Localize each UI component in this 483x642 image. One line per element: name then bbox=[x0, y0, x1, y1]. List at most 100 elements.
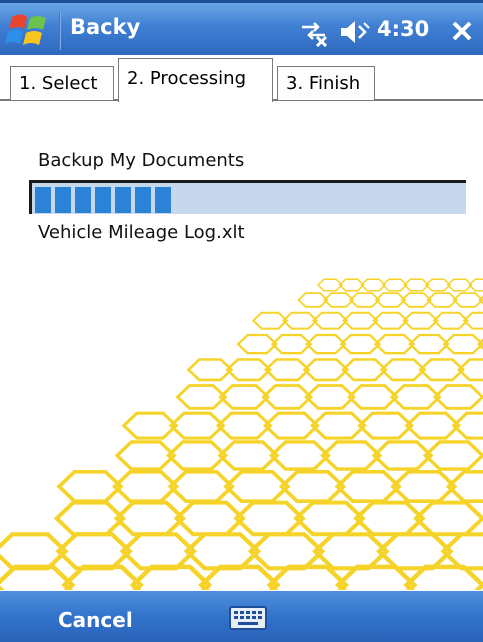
honeycomb-cell bbox=[404, 411, 462, 440]
honeycomb-cell bbox=[186, 358, 234, 382]
honeycomb-cell bbox=[53, 500, 127, 537]
honeycomb-cell bbox=[376, 532, 454, 571]
honeycomb-cell bbox=[400, 292, 433, 308]
honeycomb-cell bbox=[323, 292, 355, 308]
connectivity-off-icon[interactable] bbox=[299, 17, 329, 48]
honeycomb-cell bbox=[173, 500, 246, 537]
tab-processing[interactable]: 2. Processing bbox=[118, 58, 273, 102]
honeycomb-cell bbox=[312, 532, 390, 571]
honeycomb-cell bbox=[373, 333, 416, 355]
honeycomb-cell bbox=[261, 384, 314, 410]
honeycomb-cell bbox=[218, 384, 271, 410]
honeycomb-cell bbox=[168, 411, 226, 440]
honeycomb-cell bbox=[293, 500, 366, 537]
honeycomb-cell bbox=[426, 292, 458, 308]
honeycomb-cell bbox=[167, 469, 235, 504]
honeycomb-cell bbox=[262, 411, 320, 440]
honeycomb-cell bbox=[225, 358, 272, 382]
honeycomb-cell bbox=[424, 278, 452, 292]
honeycomb-cell bbox=[413, 500, 483, 537]
progress-segment bbox=[115, 187, 131, 213]
windows-start-icon[interactable] bbox=[4, 9, 54, 53]
honeycomb-cell bbox=[297, 292, 329, 308]
honeycomb-cell bbox=[268, 440, 331, 471]
honeycomb-cell bbox=[302, 358, 350, 382]
honeycomb-cell bbox=[389, 384, 442, 410]
honeycomb-cell bbox=[360, 278, 387, 292]
progress-segment bbox=[55, 187, 71, 213]
tab-finish[interactable]: 3. Finish bbox=[277, 66, 375, 100]
honeycomb-cell bbox=[183, 532, 262, 571]
job-label: Backup My Documents bbox=[38, 150, 245, 171]
honeycomb-cell bbox=[251, 311, 289, 330]
honeycomb-cell bbox=[304, 384, 357, 410]
current-file-label: Vehicle Mileage Log.xlt bbox=[38, 222, 245, 243]
honeycomb-cell bbox=[371, 440, 434, 471]
honeycomb-cell bbox=[418, 358, 466, 382]
app-title: Backy bbox=[70, 15, 141, 39]
progress-segment bbox=[95, 187, 111, 213]
honeycomb-cell bbox=[233, 500, 306, 537]
honeycomb-cell bbox=[312, 311, 349, 330]
honeycomb-cell bbox=[316, 278, 344, 292]
progress-segment bbox=[155, 187, 171, 213]
honeycomb-cell bbox=[338, 278, 365, 292]
progress-segment bbox=[135, 187, 151, 213]
honeycomb-cell bbox=[166, 440, 229, 471]
honeycomb-cell bbox=[305, 333, 347, 355]
honeycomb-cell bbox=[372, 311, 409, 330]
honeycomb-cell bbox=[442, 333, 483, 355]
honeycomb-cell bbox=[56, 469, 124, 504]
honeycomb-cell bbox=[263, 358, 311, 382]
close-icon[interactable] bbox=[447, 16, 477, 46]
honeycomb-cell bbox=[320, 440, 383, 471]
honeycomb-cell bbox=[310, 411, 367, 440]
honeycomb-cell bbox=[353, 500, 426, 537]
honeycomb-cell bbox=[432, 384, 483, 410]
tab-select[interactable]: 1. Select bbox=[10, 66, 114, 100]
honeycomb-cell bbox=[217, 440, 280, 471]
honeycomb-cell bbox=[432, 311, 469, 330]
honeycomb-cell bbox=[119, 532, 197, 571]
honeycomb-cell bbox=[357, 411, 415, 440]
honeycomb-cell bbox=[446, 278, 473, 292]
honeycomb-background bbox=[0, 278, 483, 590]
title-separator bbox=[59, 12, 61, 50]
honeycomb-cell bbox=[270, 333, 313, 355]
progress-segment bbox=[35, 187, 51, 213]
volume-muted-icon[interactable] bbox=[338, 17, 372, 47]
honeycomb-cell bbox=[390, 469, 458, 504]
cancel-button[interactable]: Cancel bbox=[58, 608, 133, 632]
honeycomb-cell bbox=[342, 311, 379, 330]
honeycomb-cell bbox=[215, 411, 273, 440]
honeycomb-cell bbox=[278, 469, 347, 504]
progress-segment bbox=[75, 187, 91, 213]
honeycomb-cell bbox=[334, 469, 402, 504]
progress-bar bbox=[29, 180, 466, 214]
honeycomb-cell bbox=[348, 292, 381, 308]
honeycomb-cell bbox=[339, 333, 382, 355]
honeycomb-cell bbox=[121, 411, 179, 440]
honeycomb-cell bbox=[223, 469, 291, 504]
honeycomb-cell bbox=[452, 292, 483, 308]
honeycomb-cell bbox=[422, 440, 483, 471]
honeycomb-cell bbox=[402, 311, 439, 330]
honeycomb-cell bbox=[247, 532, 326, 571]
title-bar: Backy 4:30 bbox=[0, 0, 483, 55]
honeycomb-cell bbox=[403, 278, 430, 292]
honeycomb-cell bbox=[408, 333, 450, 355]
honeycomb-cell bbox=[341, 358, 388, 382]
honeycomb-cell bbox=[114, 440, 177, 471]
keyboard-icon[interactable] bbox=[229, 606, 267, 630]
honeycomb-cell bbox=[55, 532, 133, 571]
honeycomb-cell bbox=[346, 384, 399, 410]
honeycomb-cell bbox=[113, 500, 186, 537]
honeycomb-cell bbox=[381, 278, 408, 292]
progress-fill bbox=[35, 187, 171, 213]
clock[interactable]: 4:30 bbox=[377, 17, 429, 41]
honeycomb-cell bbox=[236, 333, 278, 355]
honeycomb-cell bbox=[112, 469, 180, 504]
honeycomb-cell bbox=[281, 311, 319, 330]
honeycomb-cell bbox=[175, 384, 228, 410]
honeycomb-cell bbox=[374, 292, 407, 308]
